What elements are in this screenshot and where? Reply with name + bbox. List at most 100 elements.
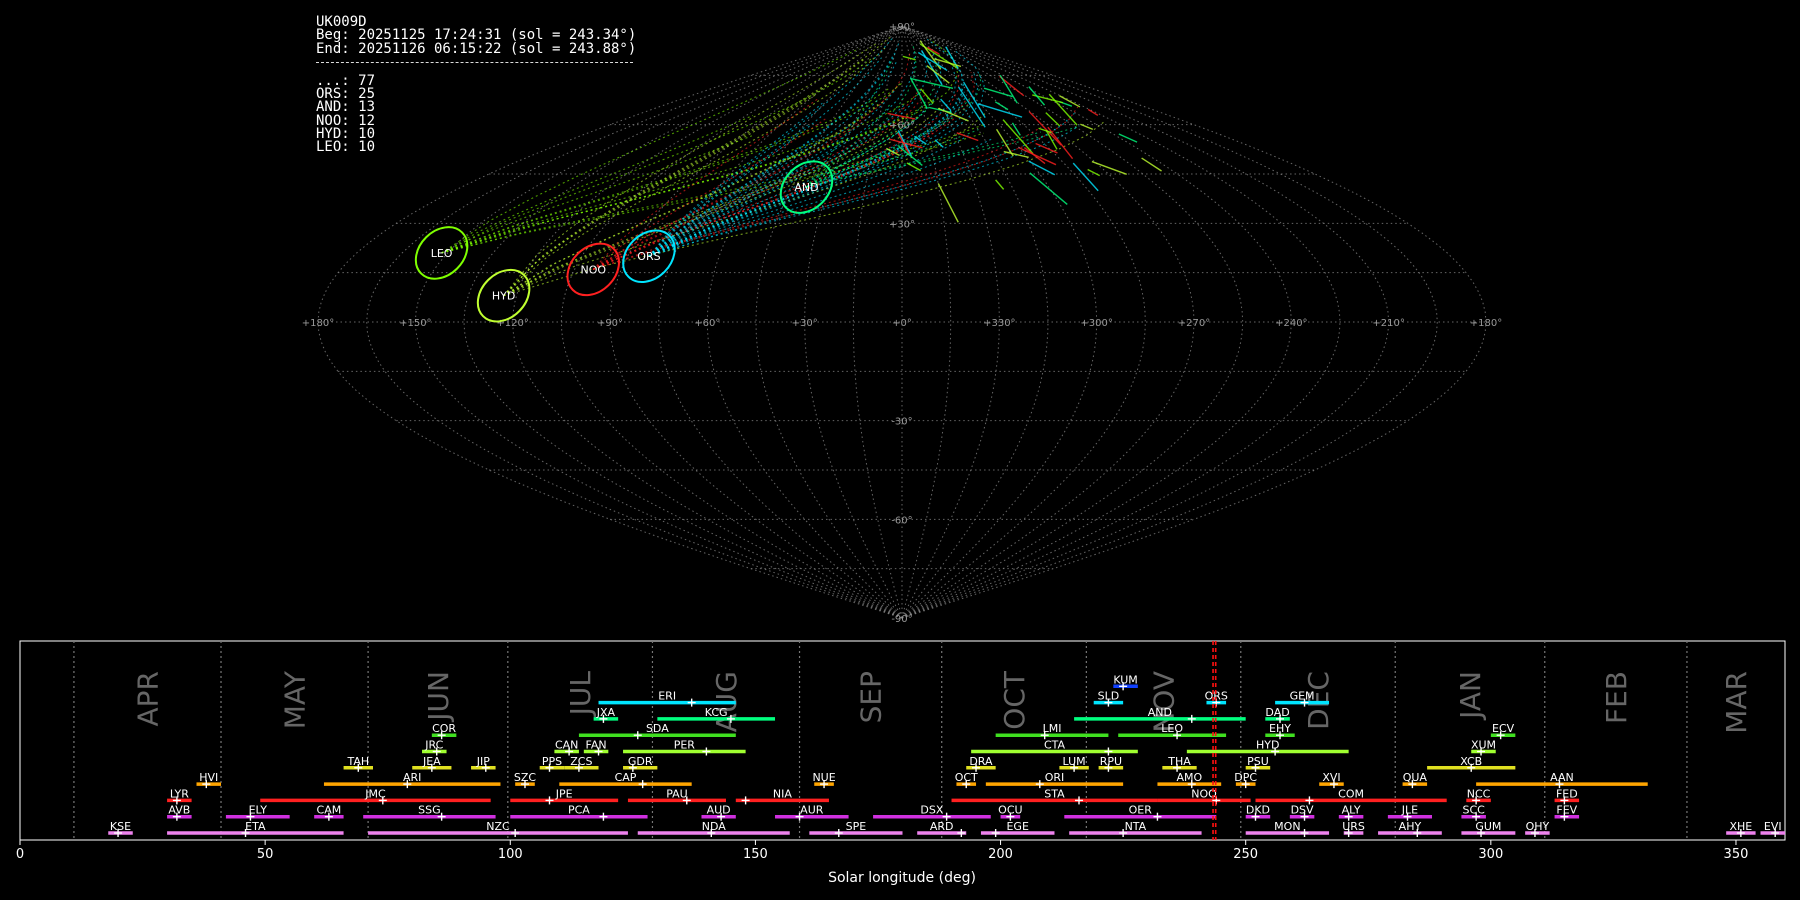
shower-label: DAD [1265,706,1289,719]
shower-label: DKD [1246,804,1270,817]
shower-label: CAN [555,739,578,752]
shower-label: XCB [1460,755,1482,768]
shower-label: ECV [1492,722,1515,735]
timeline-plot-frame [19,640,1786,841]
x-tick-label: 0 [16,847,24,862]
shower-label: AVB [168,804,190,817]
shower-label: GDR [628,755,653,768]
shower-label: CAM [317,804,342,817]
shower-label: XVI [1322,771,1340,784]
x-tick-label: 200 [988,847,1013,862]
shower-timeline-chart: APR MAY JUN JUL AUG SEP OCT NOV DEC JAN FEB MAR KUM… [16,640,1786,886]
shower-label: LMI [1043,722,1062,735]
shower-label: OCU [998,804,1022,817]
shower-label: ELY [249,804,268,817]
shower-label: AND [1148,706,1172,719]
month-label: OCT [998,670,1031,730]
shower-label: AHY [1399,820,1422,833]
shower-label: DSX [920,804,943,817]
shower-label: KSE [110,820,131,833]
shower-label: THA [1167,755,1191,768]
shower-label: PPS [542,755,562,768]
shower-label: JRC [424,739,443,752]
shower-label: ETA [245,820,266,833]
shower-label: COR [432,722,456,735]
month-label: APR [131,671,164,727]
month-label: SEP [855,671,888,723]
shower-label: NUE [812,771,835,784]
shower-label: TAH [346,755,369,768]
shower-label: ZCS [570,755,592,768]
shower-label: NCC [1467,787,1491,800]
shower-label: XUM [1471,739,1496,752]
shower-label: LUM [1063,755,1086,768]
shower-label: GUM [1475,820,1501,833]
shower-label: FED [1556,787,1578,800]
shower-label: FAN [586,739,607,752]
shower-label: MON [1274,820,1300,833]
shower-label: JXA [596,706,616,719]
shower-label: EHY [1269,722,1291,735]
shower-label: ALY [1342,804,1361,817]
shower-label: DRA [969,755,993,768]
month-label: JAN [1454,671,1487,721]
shower-label: SPE [846,820,867,833]
x-tick-label: 100 [498,847,523,862]
shower-label: DSV [1291,804,1314,817]
shower-label: LEO [1161,722,1183,735]
shower-label: AAN [1550,771,1574,784]
shower-label: OHY [1526,820,1550,833]
current-sol-marker [1212,641,1217,840]
shower-label: FEV [1556,804,1577,817]
shower-label: XHE [1729,820,1752,833]
shower-label: PER [674,739,696,752]
month-label: MAR [1720,671,1753,734]
shower-label: KUM [1113,673,1137,686]
shower-label: ARI [403,771,421,784]
month-label: JUL [564,671,597,718]
shower-label: JPE [555,787,573,800]
shower-label: AMO [1176,771,1202,784]
shower-label: JLE [1401,804,1418,817]
shower-label: RPU [1100,755,1122,768]
shower-label: HYD [1256,739,1279,752]
x-tick-label: 50 [257,847,274,862]
shower-label: NIA [773,787,792,800]
shower-label: SDA [646,722,669,735]
shower-label: QUA [1403,771,1428,784]
x-tick-label: 250 [1233,847,1258,862]
shower-label: NTA [1125,820,1147,833]
shower-label: ARD [930,820,954,833]
month-label: MAY [279,670,312,729]
shower-label: AUR [800,804,824,817]
shower-label: NDA [702,820,727,833]
shower-label: GEM [1290,690,1315,703]
shower-label: CTA [1044,739,1066,752]
shower-label: LYR [170,787,189,800]
shower-label: EGE [1006,820,1028,833]
shower-label: JEA [422,755,441,768]
shower-label: URS [1342,820,1365,833]
shower-label: OCT [955,771,978,784]
x-tick-label: 300 [1478,847,1503,862]
shower-bars: KUMERI SLD ORS GEMJXA KCG AND DADCOR SDA LMI LEO E… [108,673,1785,837]
x-tick-label: 150 [743,847,768,862]
x-tick-label: 350 [1724,847,1749,862]
shower-label: PAU [666,787,688,800]
month-label: JUN [422,671,455,723]
shower-label: ORI [1045,771,1065,784]
shower-label: AUD [707,804,731,817]
shower-label: KCG [705,706,728,719]
shower-label: HVI [199,771,218,784]
shower-label: EVI [1764,820,1782,833]
x-axis: 0 50 100 150 200 250 300 350 [16,840,1749,862]
shower-label: ERI [658,690,676,703]
shower-label: PSU [1247,755,1269,768]
shower-label: SSG [418,804,441,817]
shower-label: CAP [615,771,637,784]
shower-label: JMC [364,787,386,800]
x-axis-label: Solar longitude (deg) [828,870,976,886]
shower-label: DPC [1234,771,1257,784]
month-label: FEB [1600,671,1633,724]
shower-label: SZC [514,771,537,784]
